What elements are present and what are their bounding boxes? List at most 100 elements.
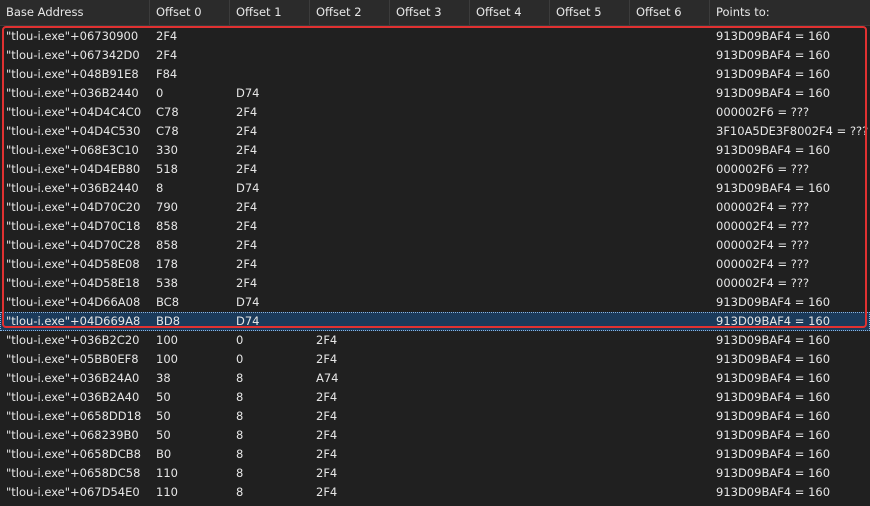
cell-offset-0: 50 — [156, 409, 171, 423]
table-row[interactable]: "tlou-i.exe"+04D4C530 C78 2F4 3F10A5DE3F800… — [0, 122, 870, 141]
cell-offset-5 — [550, 350, 630, 369]
cell-base-address: "tlou-i.exe"+04D4C530 — [6, 124, 141, 138]
cell-offset-3 — [390, 84, 470, 103]
cell-offset-4 — [470, 160, 550, 179]
table-row[interactable]: "tlou-i.exe"+05BB0EF8 100 0 2F4 913D09BAF4 =… — [0, 350, 870, 369]
cell-base-address: "tlou-i.exe"+0658DD18 — [6, 409, 142, 423]
cell-offset-0: BC8 — [156, 295, 180, 309]
cell-offset-0: 790 — [156, 200, 178, 214]
table-row[interactable]: "tlou-i.exe"+04D70C28 858 2F4 000002F4 = ??… — [0, 236, 870, 255]
cell-offset-0: 8 — [156, 181, 164, 195]
table-row[interactable]: "tlou-i.exe"+04D58E08 178 2F4 000002F4 = ??… — [0, 255, 870, 274]
cell-offset-1 — [230, 46, 310, 65]
cell-points-to: 913D09BAF4 = 160 — [716, 447, 831, 461]
column-header-base-address[interactable]: Base Address — [0, 0, 150, 25]
cell-offset-1 — [230, 27, 310, 46]
column-header-offset-4[interactable]: Offset 4 — [470, 0, 550, 25]
table-row[interactable]: "tlou-i.exe"+068239B0 50 8 2F4 913D09BAF4 = … — [0, 426, 870, 445]
table-row[interactable]: "tlou-i.exe"+04D70C18 858 2F4 000002F4 = ??… — [0, 217, 870, 236]
cell-offset-1: 2F4 — [236, 124, 258, 138]
table-row[interactable]: "tlou-i.exe"+036B2440 0 D74 913D09BAF4 = 16… — [0, 84, 870, 103]
cell-offset-2: 2F4 — [316, 485, 338, 499]
column-header-offset-3[interactable]: Offset 3 — [390, 0, 470, 25]
table-row[interactable]: "tlou-i.exe"+068E3C10 330 2F4 913D09BAF4 = … — [0, 141, 870, 160]
cell-offset-6 — [630, 160, 710, 179]
cell-offset-5 — [550, 46, 630, 65]
cell-offset-6 — [630, 255, 710, 274]
table-row[interactable]: "tlou-i.exe"+04D70C20 790 2F4 000002F4 = ??… — [0, 198, 870, 217]
cell-points-to: 913D09BAF4 = 160 — [716, 181, 831, 195]
cell-points-to: 3F10A5DE3F8002F4 = ??? — [716, 124, 869, 138]
cell-offset-4 — [470, 198, 550, 217]
cell-offset-2 — [310, 312, 390, 331]
cell-offset-0: 100 — [156, 352, 178, 366]
column-header-offset-2[interactable]: Offset 2 — [310, 0, 390, 25]
cell-offset-6 — [630, 464, 710, 483]
table-row[interactable]: "tlou-i.exe"+04D4EB80 518 2F4 000002F6 = ??… — [0, 160, 870, 179]
table-row[interactable]: "tlou-i.exe"+036B2C20 100 0 2F4 913D09BAF4 =… — [0, 331, 870, 350]
cell-base-address: "tlou-i.exe"+036B24A0 — [6, 371, 140, 385]
cell-offset-2 — [310, 103, 390, 122]
table-row[interactable]: "tlou-i.exe"+0658DCB8 B0 8 2F4 913D09BAF4 = … — [0, 445, 870, 464]
cell-offset-4 — [470, 84, 550, 103]
column-header-points-to[interactable]: Points to: — [710, 0, 870, 25]
table-row[interactable]: "tlou-i.exe"+04D4C4C0 C78 2F4 000002F6 = ??… — [0, 103, 870, 122]
cell-offset-3 — [390, 236, 470, 255]
table-row[interactable]: "tlou-i.exe"+0658DD18 50 8 2F4 913D09BAF4 = … — [0, 407, 870, 426]
cell-offset-2 — [310, 198, 390, 217]
cell-offset-2 — [310, 293, 390, 312]
cell-offset-3 — [390, 293, 470, 312]
cell-base-address: "tlou-i.exe"+0658DC58 — [6, 466, 141, 480]
cell-base-address: "tlou-i.exe"+06730900 — [6, 29, 139, 43]
cell-offset-3 — [390, 217, 470, 236]
cell-points-to: 913D09BAF4 = 160 — [716, 466, 831, 480]
table-row[interactable]: "tlou-i.exe"+048B91E8 F84 913D09BAF4 = 160 — [0, 65, 870, 84]
table-row[interactable]: "tlou-i.exe"+036B2A40 50 8 2F4 913D09BAF4 = … — [0, 388, 870, 407]
table-row[interactable]: "tlou-i.exe"+04D669A8 BD8 D74 913D09BAF4 = … — [0, 312, 870, 331]
cell-offset-1: 0 — [236, 352, 244, 366]
cell-offset-2 — [310, 65, 390, 84]
cell-offset-2: 2F4 — [316, 333, 338, 347]
table-row[interactable]: "tlou-i.exe"+067D54E0 110 8 2F4 913D09BAF4 =… — [0, 483, 870, 502]
cell-offset-3 — [390, 122, 470, 141]
table-row[interactable]: "tlou-i.exe"+036B2440 8 D74 913D09BAF4 = 16… — [0, 179, 870, 198]
cell-offset-6 — [630, 179, 710, 198]
cell-offset-3 — [390, 388, 470, 407]
cell-offset-6 — [630, 198, 710, 217]
table-row[interactable]: "tlou-i.exe"+0658DC58 110 8 2F4 913D09BAF4 =… — [0, 464, 870, 483]
cell-offset-5 — [550, 255, 630, 274]
cell-points-to: 913D09BAF4 = 160 — [716, 352, 831, 366]
cell-offset-2 — [310, 217, 390, 236]
cell-offset-6 — [630, 407, 710, 426]
column-header-offset-0[interactable]: Offset 0 — [150, 0, 230, 25]
cell-offset-0: 538 — [156, 276, 178, 290]
cell-offset-1: 2F4 — [236, 200, 258, 214]
cell-offset-4 — [470, 388, 550, 407]
table-row[interactable]: "tlou-i.exe"+04D58E18 538 2F4 000002F4 = ??… — [0, 274, 870, 293]
cell-offset-0: 518 — [156, 162, 178, 176]
cell-offset-1: D74 — [236, 295, 260, 309]
cell-offset-5 — [550, 369, 630, 388]
cell-offset-6 — [630, 27, 710, 46]
cell-offset-4 — [470, 179, 550, 198]
cell-offset-4 — [470, 46, 550, 65]
cell-offset-6 — [630, 312, 710, 331]
column-header-offset-5[interactable]: Offset 5 — [550, 0, 630, 25]
table-row[interactable]: "tlou-i.exe"+04D66A08 BC8 D74 913D09BAF4 = … — [0, 293, 870, 312]
cell-offset-3 — [390, 445, 470, 464]
cell-offset-5 — [550, 331, 630, 350]
column-header-offset-6[interactable]: Offset 6 — [630, 0, 710, 25]
table-row[interactable]: "tlou-i.exe"+067342D0 2F4 913D09BAF4 = 160 — [0, 46, 870, 65]
cell-offset-4 — [470, 27, 550, 46]
cell-base-address: "tlou-i.exe"+036B2440 — [6, 181, 139, 195]
cell-base-address: "tlou-i.exe"+05BB0EF8 — [6, 352, 139, 366]
cell-offset-1: D74 — [236, 314, 260, 328]
cell-base-address: "tlou-i.exe"+068E3C10 — [6, 143, 139, 157]
table-row[interactable]: "tlou-i.exe"+06730900 2F4 913D09BAF4 = 160 — [0, 27, 870, 46]
cell-offset-1: 8 — [236, 447, 244, 461]
cell-offset-5 — [550, 198, 630, 217]
column-header-offset-1[interactable]: Offset 1 — [230, 0, 310, 25]
cell-offset-6 — [630, 350, 710, 369]
table-row[interactable]: "tlou-i.exe"+036B24A0 38 8 A74 913D09BAF4 = … — [0, 369, 870, 388]
cell-offset-1: 0 — [236, 333, 244, 347]
